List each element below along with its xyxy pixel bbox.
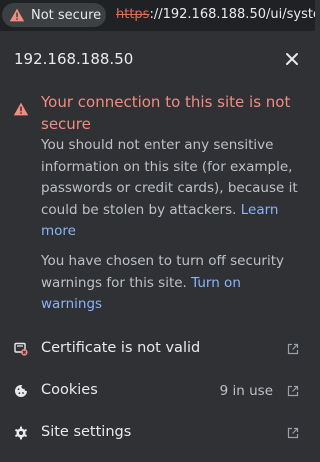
certificate-row[interactable]: Certificate is not valid [0, 329, 315, 371]
warning-icon [9, 8, 25, 22]
site-info-popup: 192.168.188.50 Your connection to this s… [0, 31, 315, 462]
external-link-icon [287, 343, 299, 355]
close-icon[interactable] [285, 52, 299, 66]
warning-body: You should not enter any sensitive infor… [41, 135, 303, 243]
external-link-icon [287, 427, 299, 439]
cookies-count: 9 in use [219, 383, 273, 399]
url-field[interactable]: https://192.168.188.50/ui/syste [116, 7, 315, 22]
cookie-icon [15, 385, 27, 397]
security-chip-label: Not secure [31, 7, 102, 23]
external-link-icon [287, 385, 299, 397]
address-bar: Not secure https://192.168.188.50/ui/sys… [0, 0, 315, 31]
site-host: 192.168.188.50 [14, 50, 134, 68]
security-off-notice: You have chosen to turn off security war… [41, 251, 303, 316]
site-settings-label: Site settings [41, 424, 132, 440]
url-scheme: https [116, 7, 150, 22]
certificate-error-icon [14, 342, 28, 356]
browser-window: Not secure https://192.168.188.50/ui/sys… [0, 0, 315, 462]
certificate-label: Certificate is not valid [41, 340, 201, 356]
security-off-text: You have chosen to turn off security war… [41, 253, 285, 291]
cookies-label: Cookies [41, 382, 98, 398]
url-rest: ://192.168.188.50/ui/syste [149, 7, 315, 22]
gear-icon [15, 426, 27, 440]
cookies-row[interactable]: Cookies 9 in use [0, 371, 315, 413]
warning-icon [13, 102, 29, 116]
security-chip[interactable]: Not secure [2, 3, 106, 27]
warning-title: Your connection to this site is not secu… [41, 93, 291, 133]
site-settings-row[interactable]: Site settings [0, 413, 315, 455]
